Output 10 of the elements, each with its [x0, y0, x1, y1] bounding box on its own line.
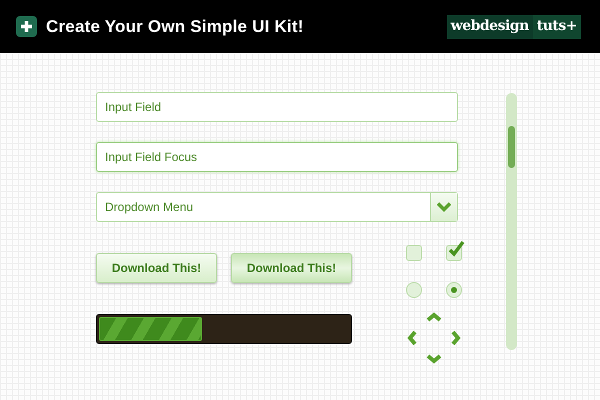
page-title: Create Your Own Simple UI Kit! [46, 16, 304, 38]
dropdown-value: Dropdown Menu [104, 199, 194, 216]
logo-word: webdesign [450, 17, 530, 36]
download-button[interactable]: Download This! [96, 253, 217, 283]
dropdown[interactable]: Dropdown Menu [96, 192, 458, 222]
input-field[interactable]: Input Field Focus [96, 142, 458, 172]
download-button[interactable]: Download This! [231, 253, 352, 283]
logo-suffix: tuts+ [532, 14, 581, 38]
input-field[interactable]: Input Field [96, 92, 458, 122]
logo[interactable]: webdesign tuts+ [446, 14, 581, 38]
